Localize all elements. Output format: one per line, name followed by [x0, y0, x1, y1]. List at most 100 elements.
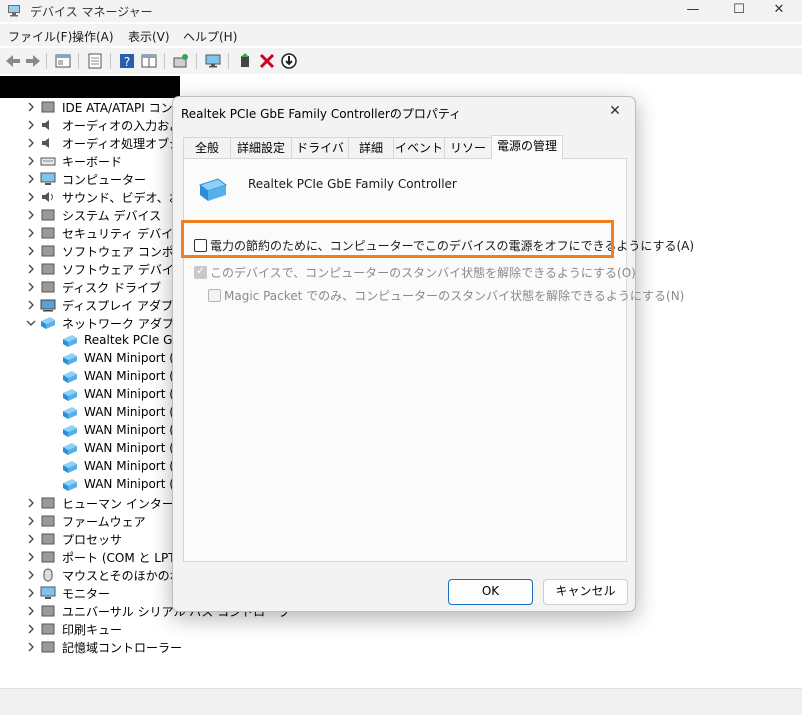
network-adapter-icon [63, 443, 77, 455]
document-icon[interactable] [86, 52, 104, 70]
processor-icon [41, 533, 55, 545]
menu-bar: ファイル(F) 操作(A) 表示(V) ヘルプ(H) [0, 24, 802, 46]
menu-action[interactable]: 操作(A) [72, 28, 114, 45]
network-adapter-icon [63, 389, 77, 401]
title-bar: デバイス マネージャー — ☐ ✕ [0, 0, 802, 22]
chevron-right-icon[interactable] [26, 263, 36, 275]
tree-item-label: ソフトウェア デバイス [62, 263, 186, 277]
chevron-right-icon[interactable] [26, 569, 36, 581]
cancel-button[interactable]: キャンセル [543, 579, 628, 605]
chevron-right-icon[interactable] [26, 137, 36, 149]
dialog-close-button[interactable]: ✕ [605, 101, 625, 121]
properties-dialog: Realtek PCIe GbE Family Controllerのプロパティ… [172, 96, 694, 612]
tree-item-label: システム デバイス [62, 209, 162, 223]
tab-driver[interactable]: ドライバー [291, 137, 349, 175]
chevron-right-icon[interactable] [26, 533, 36, 545]
chevron-right-icon[interactable] [26, 281, 36, 293]
forward-arrow-icon[interactable] [24, 52, 42, 70]
monitor-icon[interactable] [204, 52, 222, 70]
tab-general[interactable]: 全般 [183, 137, 231, 158]
toolbar-separator [110, 53, 111, 69]
view-window-icon[interactable] [140, 52, 158, 70]
tree-item-label: ポート (COM と LPT) [62, 551, 181, 565]
power-management-panel: Realtek PCIe GbE Family Controller 電力の節約… [183, 158, 694, 562]
tab-events[interactable]: イベント [393, 137, 445, 158]
chevron-right-icon[interactable] [26, 605, 36, 617]
menu-help[interactable]: ヘルプ(H) [183, 28, 237, 45]
tree-category[interactable]: 印刷キュー [26, 620, 726, 638]
allow-wake-label: このデバイスで、コンピューターのスタンバイ状態を解除できるようにする(O) [210, 266, 636, 280]
chevron-right-icon[interactable] [26, 245, 36, 257]
back-arrow-icon[interactable] [4, 52, 22, 70]
chevron-right-icon[interactable] [26, 155, 36, 167]
chevron-right-icon[interactable] [26, 191, 36, 203]
scan-hardware-icon[interactable] [172, 52, 190, 70]
tree-item-label: 記憶域コントローラー [62, 641, 183, 655]
toolbar-separator [164, 53, 165, 69]
tree-item-label: コンピューター [62, 173, 147, 187]
tab-details[interactable]: 詳細 [348, 137, 394, 158]
chevron-right-icon[interactable] [26, 119, 36, 131]
tab-power-management[interactable]: 電源の管理 [491, 135, 563, 159]
menu-view[interactable]: 表示(V) [128, 28, 170, 45]
window-title: デバイス マネージャー [30, 5, 153, 19]
status-bar [0, 688, 802, 715]
minimize-button[interactable]: — [670, 0, 716, 22]
tree-category[interactable]: 記憶域コントローラー [26, 638, 726, 656]
audio-icon [42, 120, 49, 130]
tab-strip: 全般 詳細設定 ドライバー 詳細 イベント リソース 電源の管理 [183, 135, 625, 175]
security-device-icon [41, 227, 55, 239]
chevron-right-icon[interactable] [26, 101, 36, 113]
chevron-right-icon[interactable] [26, 497, 36, 509]
ide-controller-icon [41, 101, 55, 113]
chevron-right-icon[interactable] [26, 587, 36, 599]
storage-controller-icon [41, 641, 55, 653]
checkbox-box[interactable] [194, 264, 207, 279]
toolbar: ? [0, 48, 802, 74]
chevron-right-icon[interactable] [26, 227, 36, 239]
disk-drive-icon [41, 281, 55, 293]
mouse-icon [43, 568, 53, 582]
software-component-icon [41, 245, 55, 257]
network-adapter-icon [63, 425, 77, 437]
tree-item-label: ファームウェア [62, 515, 146, 529]
toolbar-separator [228, 53, 229, 69]
toolbar-separator [46, 53, 47, 69]
display-adapter-icon [40, 299, 56, 312]
disable-device-icon[interactable] [280, 52, 298, 70]
software-device-icon [41, 263, 55, 275]
network-adapter-icon [63, 461, 77, 473]
close-button[interactable]: ✕ [756, 0, 802, 22]
tree-item-label: キーボード [62, 155, 123, 169]
network-adapter-icon [198, 178, 228, 201]
keyboard-icon [40, 157, 56, 166]
orange-highlight-box [181, 220, 614, 258]
chevron-right-icon[interactable] [26, 623, 36, 635]
audio-icon [42, 138, 49, 148]
checkbox-box[interactable] [208, 289, 221, 302]
ok-button[interactable]: OK [448, 579, 533, 605]
toolbar-separator [78, 53, 79, 69]
uninstall-red-x-icon[interactable] [258, 52, 276, 70]
chevron-right-icon[interactable] [26, 515, 36, 527]
tab-advanced[interactable]: 詳細設定 [230, 137, 292, 158]
chevron-right-icon[interactable] [26, 641, 36, 653]
svg-text:?: ? [124, 55, 130, 69]
chevron-right-icon[interactable] [26, 299, 36, 311]
chevron-down-icon[interactable] [26, 317, 36, 329]
chevron-right-icon[interactable] [26, 551, 36, 563]
network-adapter-icon [63, 335, 77, 347]
tab-resources[interactable]: リソース [444, 137, 492, 175]
monitor-icon [40, 586, 56, 599]
tree-item-label: セキュリティ デバイス [62, 227, 185, 241]
chevron-right-icon[interactable] [26, 209, 36, 221]
update-driver-icon[interactable] [236, 52, 254, 70]
toolbar-separator [196, 53, 197, 69]
computer-icon [40, 172, 56, 185]
menu-file[interactable]: ファイル(F) [8, 28, 72, 45]
chevron-right-icon[interactable] [26, 173, 36, 185]
dialog-title: Realtek PCIe GbE Family Controllerのプロパティ [181, 107, 462, 121]
help-icon[interactable]: ? [118, 52, 136, 70]
properties-window-icon[interactable] [54, 52, 72, 70]
sound-icon [42, 192, 53, 202]
